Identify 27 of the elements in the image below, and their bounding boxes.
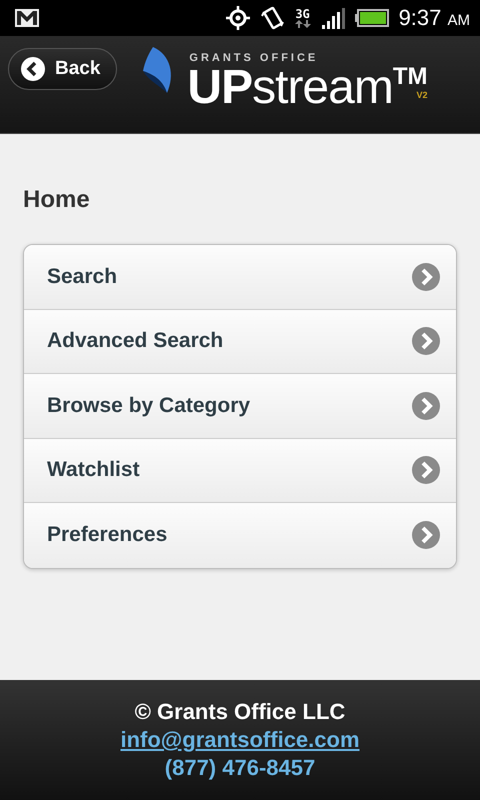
back-button[interactable]: Back: [8, 48, 118, 90]
network-type: 3G: [295, 8, 310, 20]
trademark-mark: TM: [392, 64, 428, 90]
phone-number: (877) 476-8457: [164, 755, 316, 781]
menu-item[interactable]: Advanced Search: [24, 310, 456, 374]
logo-name-text: UPstream: [187, 64, 393, 112]
vibrate-icon: [260, 6, 285, 30]
chevron-right-icon: [412, 456, 440, 484]
menu-item[interactable]: Preferences: [24, 503, 456, 568]
data-arrows-icon: [294, 20, 311, 28]
battery-icon: [354, 9, 389, 27]
email-link[interactable]: info@grantsoffice.com: [120, 727, 360, 753]
version-label: V2: [416, 90, 428, 100]
chevron-right-icon: [412, 521, 440, 550]
copyright-text: © Grants Office LLC: [134, 699, 346, 725]
signal-icon: [320, 7, 345, 29]
chevron-right-icon: [412, 392, 440, 420]
menu-item[interactable]: Browse by Category: [24, 374, 456, 438]
clock: 9:37 AM: [398, 5, 470, 31]
chevron-right-icon: [412, 327, 440, 356]
menu-item[interactable]: Search: [24, 245, 456, 310]
page-title: Home: [23, 186, 91, 214]
mail-icon: [14, 8, 40, 28]
gps-icon: [224, 5, 251, 31]
logo-company-text: GRANTS OFFICE: [189, 52, 320, 64]
chevron-right-icon: [412, 262, 440, 291]
menu-item[interactable]: Watchlist: [24, 438, 456, 503]
